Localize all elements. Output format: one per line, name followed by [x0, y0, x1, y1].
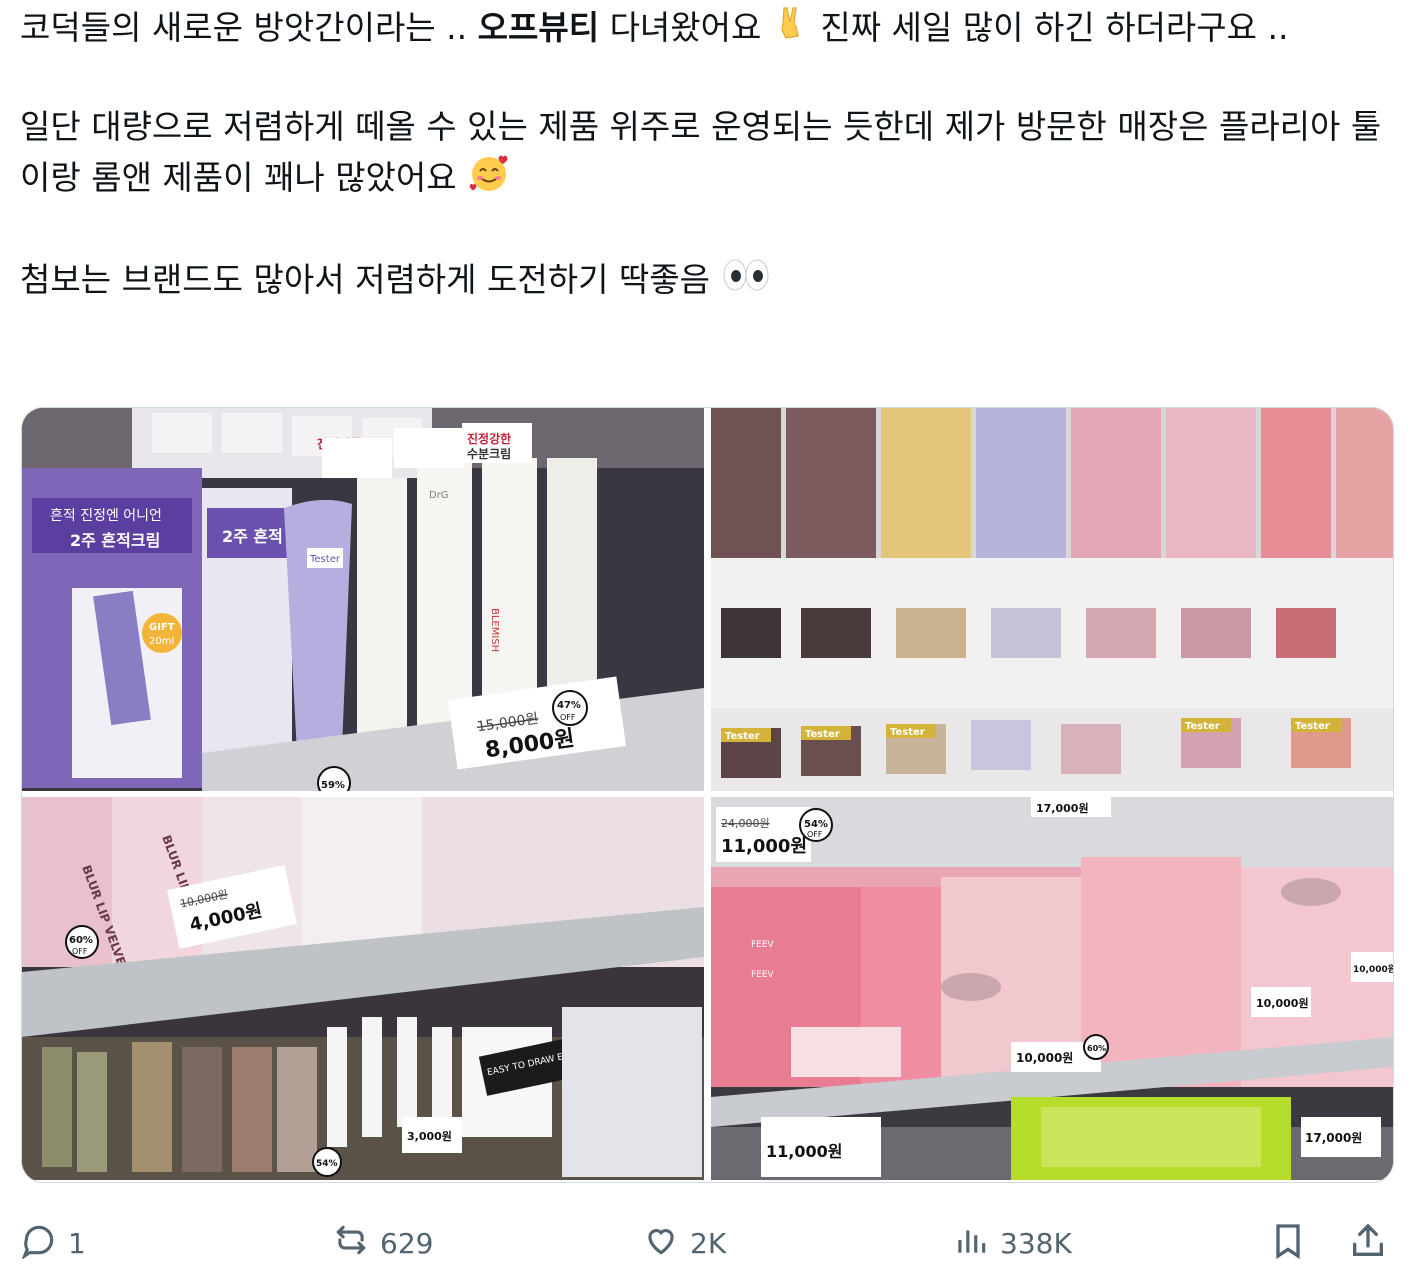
price-top: 17,000원 [1036, 801, 1089, 815]
photo-cream-shelf-image: 진정강한 흔적 진정엔 어니언 2주 흔적크림 GIFT 20ml 2주 흔적 … [22, 408, 704, 791]
tester-label-5: Tester [1295, 721, 1330, 732]
bookmark-icon [1268, 1221, 1308, 1265]
price-old: 24,000원 [721, 817, 770, 830]
retweet-button[interactable]: 629 [332, 1212, 433, 1274]
shelf-label-top-2: 진정강한 [467, 431, 511, 446]
feev-label-2: FEEV [751, 970, 775, 980]
reply-count: 1 [68, 1226, 86, 1260]
brand-box-label: DrG [429, 490, 449, 501]
bookmark-button[interactable] [1268, 1212, 1308, 1274]
smiling-face-with-hearts-emoji [467, 151, 511, 208]
gift-size: 20ml [149, 636, 174, 647]
reply-icon [20, 1221, 58, 1266]
tweet-text-segment: 다녀왔어요 [599, 8, 772, 47]
discount-off: OFF [807, 830, 823, 839]
tester-label-2: Tester [805, 729, 840, 740]
share-icon [1348, 1221, 1388, 1265]
victory-hand-emoji [772, 4, 810, 55]
tweet-text-segment: 진짜 세일 많이 하긴 하더라구요 .. [809, 8, 1289, 47]
discount-badge: 47% [557, 700, 581, 711]
heart-icon [642, 1221, 680, 1266]
discount-badge-3: 54% [316, 1159, 338, 1169]
price-mid-2: 10,000원 [1016, 1051, 1073, 1065]
photo-eyeshadow-shelf-image: Tester Tester Tester Tester Tester [711, 408, 1393, 791]
tweet-text-segment: 첨보는 브랜드도 많아서 저렴하게 도전하기 딱좋음 [20, 260, 721, 299]
tester-label-4: Tester [1185, 721, 1220, 732]
box-text-1: 흔적 진정엔 어니언 [50, 508, 162, 524]
box-text-2: 2주 흔적크림 [70, 531, 160, 550]
reply-button[interactable]: 1 [20, 1212, 86, 1274]
media-grid: 진정강한 흔적 진정엔 어니언 2주 흔적크림 GIFT 20ml 2주 흔적 … [21, 407, 1394, 1183]
photo-lip-shelf[interactable]: BLUR LIP VELVET BLUR LIP VELVET 10,000원 … [22, 797, 704, 1180]
tweet-text-segment: 코덕들의 새로운 방앗간이라는 .. [20, 8, 478, 47]
discount-badge-2: 60% [1087, 1044, 1106, 1053]
photo-lip-shelf-image: BLUR LIP VELVET BLUR LIP VELVET 10,000원 … [22, 797, 704, 1180]
tester-label-1: Tester [725, 731, 760, 742]
photo-pink-shelf-image: 24,000원 11,000원 54% OFF 17,000원 FEEV FEE… [711, 797, 1393, 1180]
price-right-2: 17,000원 [1305, 1131, 1362, 1145]
discount-badge: 54% [804, 819, 828, 830]
tweet-paragraph-3: 첨보는 브랜드도 많아서 저렴하게 도전하기 딱좋음 [20, 256, 1390, 307]
tweet-actions: 1 629 2K 338K [20, 1212, 1390, 1274]
price-new: 11,000원 [721, 836, 807, 857]
discount-off: OFF [560, 713, 576, 722]
share-button[interactable] [1348, 1212, 1388, 1274]
tester-label-3: Tester [890, 727, 925, 738]
view-count: 338K [1000, 1226, 1072, 1260]
tube-label: BLEMISH [489, 608, 500, 652]
tester-label: Tester [309, 554, 341, 565]
feev-label-1: FEEV [751, 940, 775, 950]
like-count: 2K [690, 1226, 727, 1260]
retweet-icon [332, 1221, 370, 1266]
views-button[interactable]: 338K [952, 1212, 1072, 1274]
tweet-paragraph-2: 일단 대량으로 저렴하게 떼올 수 있는 제품 위주로 운영되는 듯한데 제가 … [20, 103, 1390, 208]
like-button[interactable]: 2K [642, 1212, 726, 1274]
gift-label: GIFT [149, 622, 175, 633]
price-new-2: 11,000원 [766, 1142, 842, 1161]
shelf-label-bottom: 수분크림 [467, 447, 511, 461]
price-right: 10,000원 [1353, 963, 1393, 975]
retweet-count: 629 [380, 1226, 434, 1260]
photo-pink-shelf[interactable]: 24,000원 11,000원 54% OFF 17,000원 FEEV FEE… [711, 797, 1393, 1180]
box-text-3: 2주 흔적 [222, 527, 283, 546]
tweet-text-segment: 일단 대량으로 저렴하게 떼올 수 있는 제품 위주로 운영되는 듯한데 제가 … [20, 107, 1382, 197]
price-mid: 10,000원 [1256, 996, 1309, 1010]
photo-eyeshadow-shelf[interactable]: Tester Tester Tester Tester Tester [711, 408, 1393, 791]
discount-off: OFF [72, 947, 88, 956]
photo-cream-shelf[interactable]: 진정강한 흔적 진정엔 어니언 2주 흔적크림 GIFT 20ml 2주 흔적 … [22, 408, 704, 791]
tweet-text: 코덕들의 새로운 방앗간이라는 .. 오프뷰티 다녀왔어요 진짜 세일 많이 하… [20, 4, 1390, 307]
eyes-emoji [721, 256, 769, 307]
small-price: 3,000원 [407, 1129, 452, 1143]
analytics-icon [952, 1221, 990, 1266]
tweet-paragraph-1: 코덕들의 새로운 방앗간이라는 .. 오프뷰티 다녀왔어요 진짜 세일 많이 하… [20, 4, 1390, 55]
discount-badge: 60% [69, 935, 93, 946]
brand-name: 오프뷰티 [477, 8, 600, 47]
discount-badge-2: 59% [321, 780, 345, 791]
